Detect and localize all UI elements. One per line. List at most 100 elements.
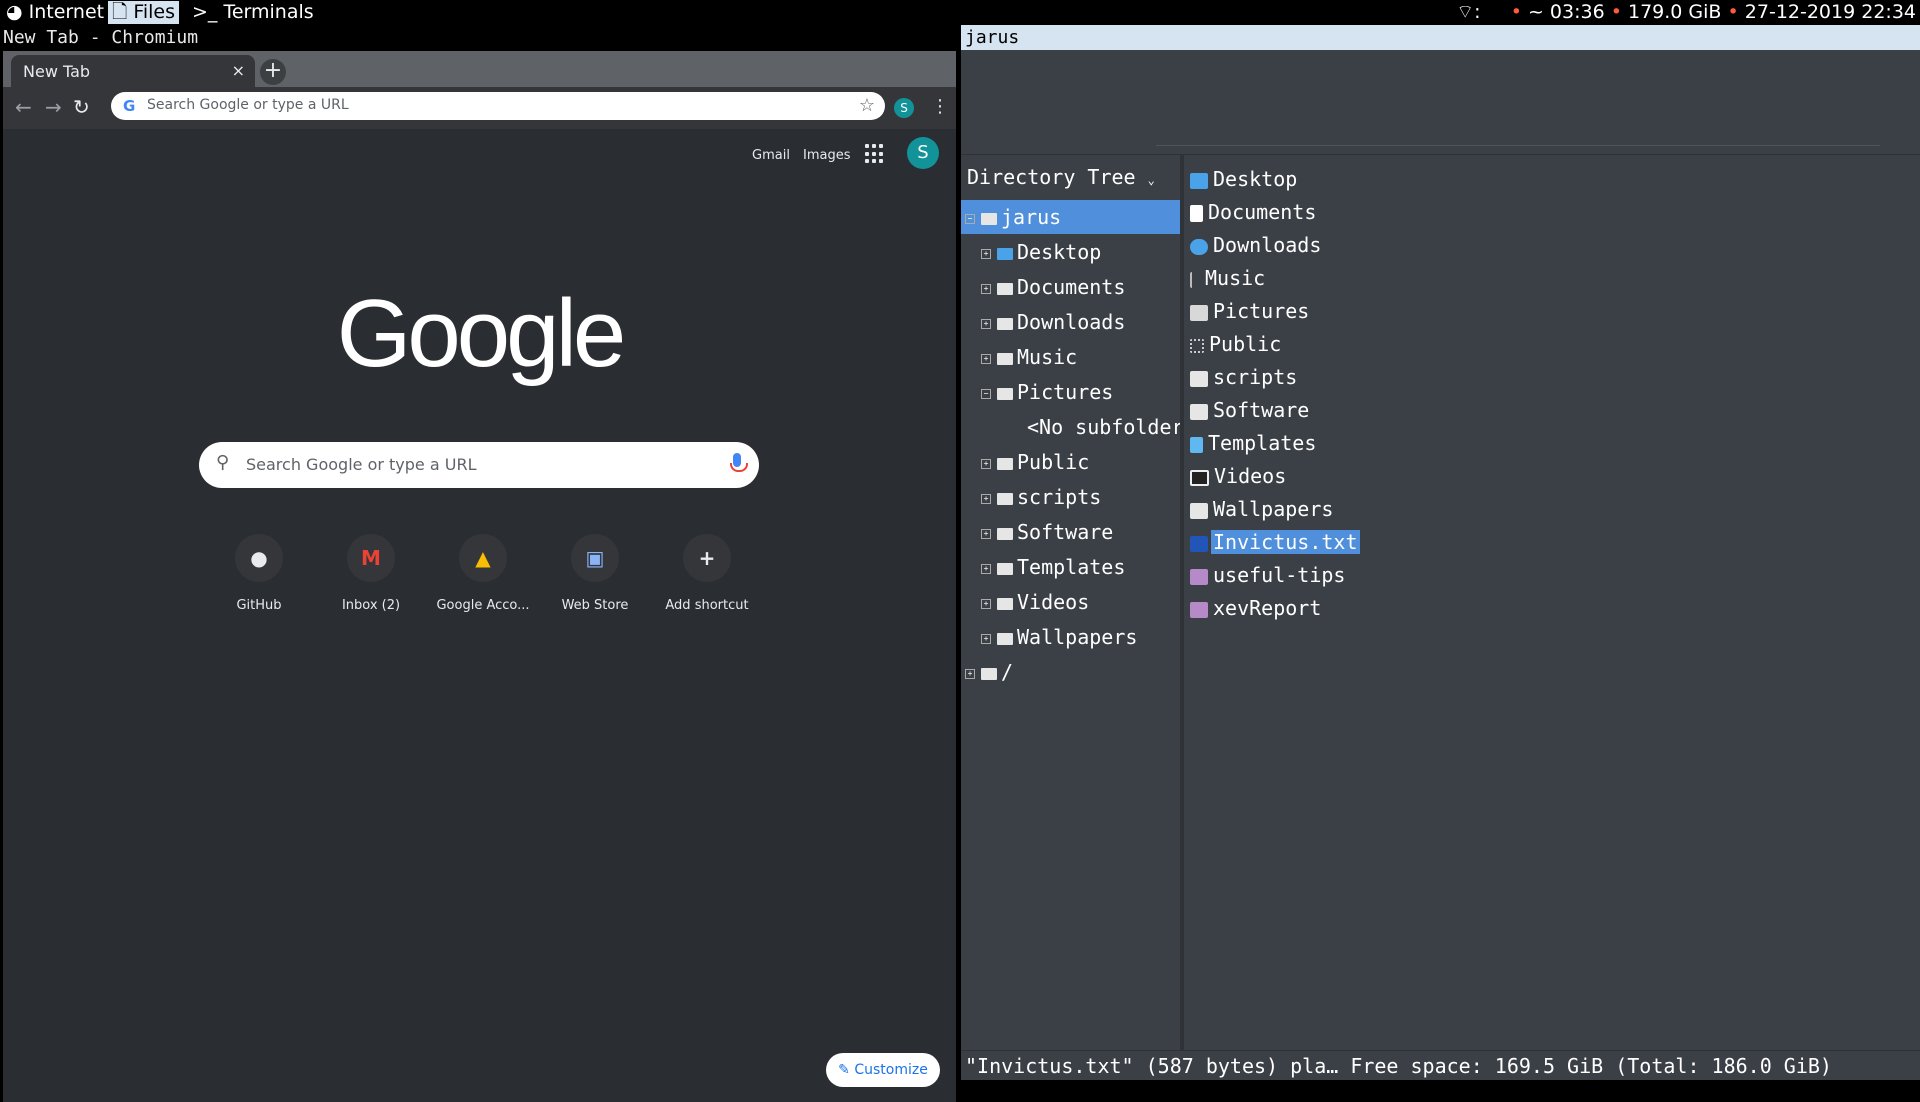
pencil-icon: ✎: [838, 1062, 850, 1078]
file-item-label: Wallpapers: [1213, 497, 1334, 521]
file-item[interactable]: xevReport: [1190, 593, 1323, 623]
plus-icon: +: [683, 534, 731, 582]
expand-icon[interactable]: +: [981, 598, 991, 609]
expand-icon[interactable]: +: [981, 493, 991, 504]
file-item-label: Public: [1209, 332, 1282, 356]
file-item[interactable]: Templates: [1190, 428, 1318, 458]
videos-folder-icon: [1190, 469, 1209, 486]
shortcut-add[interactable]: + Add shortcut: [651, 534, 763, 613]
folder-icon: [1190, 403, 1208, 420]
chromium-window: New Tab - Chromium New Tab × + ← → ↻ G S…: [0, 25, 959, 1102]
back-icon[interactable]: ←: [15, 97, 32, 117]
browser-toolbar: ← → ↻ G Search Google or type a URL ☆ S …: [3, 87, 956, 129]
expand-icon[interactable]: +: [965, 668, 975, 679]
folder-icon: [997, 387, 1013, 400]
address-bar[interactable]: G Search Google or type a URL ☆: [111, 92, 885, 120]
tree-item[interactable]: + Public: [961, 445, 1180, 479]
expand-icon[interactable]: +: [981, 318, 991, 329]
expand-icon[interactable]: +: [981, 458, 991, 469]
expand-icon[interactable]: +: [981, 563, 991, 574]
forward-icon[interactable]: →: [45, 97, 62, 117]
tree-item[interactable]: + Downloads: [961, 305, 1180, 339]
workspace-terminals[interactable]: >_ Terminals: [188, 1, 318, 24]
expand-icon[interactable]: +: [981, 528, 991, 539]
public-folder-icon: [1190, 338, 1204, 353]
tree-item[interactable]: + scripts: [961, 480, 1180, 514]
close-icon[interactable]: ×: [232, 61, 245, 80]
images-link[interactable]: Images: [803, 148, 851, 163]
expand-icon[interactable]: +: [981, 283, 991, 294]
file-item[interactable]: Documents: [1190, 197, 1318, 227]
tree-item[interactable]: + Desktop: [961, 235, 1180, 269]
top-panel: ◕ Internet 🗋 Files >_ Terminals ⌔: • ~ 0…: [0, 0, 1920, 25]
shortcut-inbox[interactable]: M Inbox (2): [315, 534, 427, 613]
tree-item[interactable]: + Music: [961, 340, 1180, 374]
menu-icon[interactable]: ⋮: [931, 96, 949, 117]
tree-item-label: <No subfolders>: [1027, 415, 1184, 439]
new-tab-page: Gmail Images S Google ⚲ Search Google or…: [3, 129, 956, 1102]
google-logo: Google: [336, 280, 627, 387]
tab-new-tab[interactable]: New Tab ×: [11, 55, 255, 87]
tree-item[interactable]: <No subfolders>: [961, 410, 1184, 444]
chevron-down-icon: ⌄: [1147, 173, 1155, 187]
tree-item[interactable]: + Wallpapers: [961, 620, 1180, 654]
file-item[interactable]: Desktop: [1190, 164, 1299, 194]
status-bar: "Invictus.txt" (587 bytes) pla… Free spa…: [961, 1050, 1920, 1080]
apps-grid-icon[interactable]: [865, 144, 885, 164]
workspace-files[interactable]: 🗋 Files: [108, 1, 180, 24]
file-item[interactable]: Software: [1190, 395, 1311, 425]
tree-header[interactable]: Directory Tree ⌄: [967, 165, 1155, 189]
wifi-icon: ⌔: [1456, 1, 1475, 23]
expand-icon[interactable]: +: [981, 353, 991, 364]
tree-item-label: Videos: [1017, 590, 1090, 614]
folder-icon: [1190, 502, 1208, 519]
file-item[interactable]: Pictures: [1190, 296, 1311, 326]
gmail-link[interactable]: Gmail: [752, 148, 790, 163]
tree-item-label: Downloads: [1017, 310, 1126, 334]
folder-icon: [997, 457, 1013, 470]
expand-icon[interactable]: +: [981, 633, 991, 644]
file-item[interactable]: Videos: [1190, 461, 1288, 491]
folder-icon: [997, 247, 1013, 260]
expand-icon[interactable]: +: [981, 248, 991, 259]
file-item[interactable]: Public: [1190, 329, 1283, 359]
downloads-folder-icon: [1190, 238, 1208, 255]
collapse-icon[interactable]: −: [965, 213, 975, 224]
file-item[interactable]: useful-tips: [1190, 560, 1347, 590]
tree-item[interactable]: − jarus: [961, 200, 1180, 234]
account-avatar[interactable]: S: [907, 137, 939, 169]
tree-item[interactable]: + Documents: [961, 270, 1180, 304]
shortcut-github[interactable]: ● GitHub: [203, 534, 315, 613]
collapse-icon[interactable]: −: [981, 388, 991, 399]
file-item[interactable]: Invictus.txt: [1190, 527, 1360, 557]
folder-icon: [997, 632, 1013, 645]
search-icon: ⚲: [216, 452, 230, 473]
tree-item[interactable]: + /: [961, 655, 1180, 689]
search-box[interactable]: ⚲ Search Google or type a URL: [199, 442, 759, 488]
tree-item[interactable]: + Templates: [961, 550, 1180, 584]
file-item-label: xevReport: [1213, 596, 1322, 620]
tree-item[interactable]: + Software: [961, 515, 1180, 549]
tree-item[interactable]: + Videos: [961, 585, 1180, 619]
executable-icon: [1190, 568, 1208, 585]
file-item[interactable]: scripts: [1190, 362, 1299, 392]
shortcut-google-account[interactable]: ▲ Google Acco...: [427, 534, 539, 613]
tree-item[interactable]: − Pictures: [961, 375, 1180, 409]
google-drive-icon: ▲: [459, 534, 507, 582]
new-tab-button[interactable]: +: [260, 59, 286, 85]
file-item[interactable]: Music: [1190, 263, 1267, 293]
terminal-icon: >_: [192, 1, 218, 23]
file-item[interactable]: Wallpapers: [1190, 494, 1335, 524]
reload-icon[interactable]: ↻: [73, 97, 90, 117]
file-item[interactable]: Downloads: [1190, 230, 1323, 260]
disk-free: 179.0 GiB: [1627, 1, 1722, 23]
profile-avatar[interactable]: S: [894, 98, 914, 118]
customize-button[interactable]: ✎ Customize: [826, 1053, 940, 1087]
bookmark-star-icon[interactable]: ☆: [859, 95, 875, 116]
file-item-label: Software: [1213, 398, 1310, 422]
folder-icon: [981, 667, 997, 680]
workspace-internet[interactable]: ◕ Internet: [2, 1, 108, 24]
microphone-icon[interactable]: [730, 453, 748, 472]
shortcut-web-store[interactable]: ▣ Web Store: [539, 534, 651, 613]
music-folder-icon: [1190, 271, 1200, 288]
